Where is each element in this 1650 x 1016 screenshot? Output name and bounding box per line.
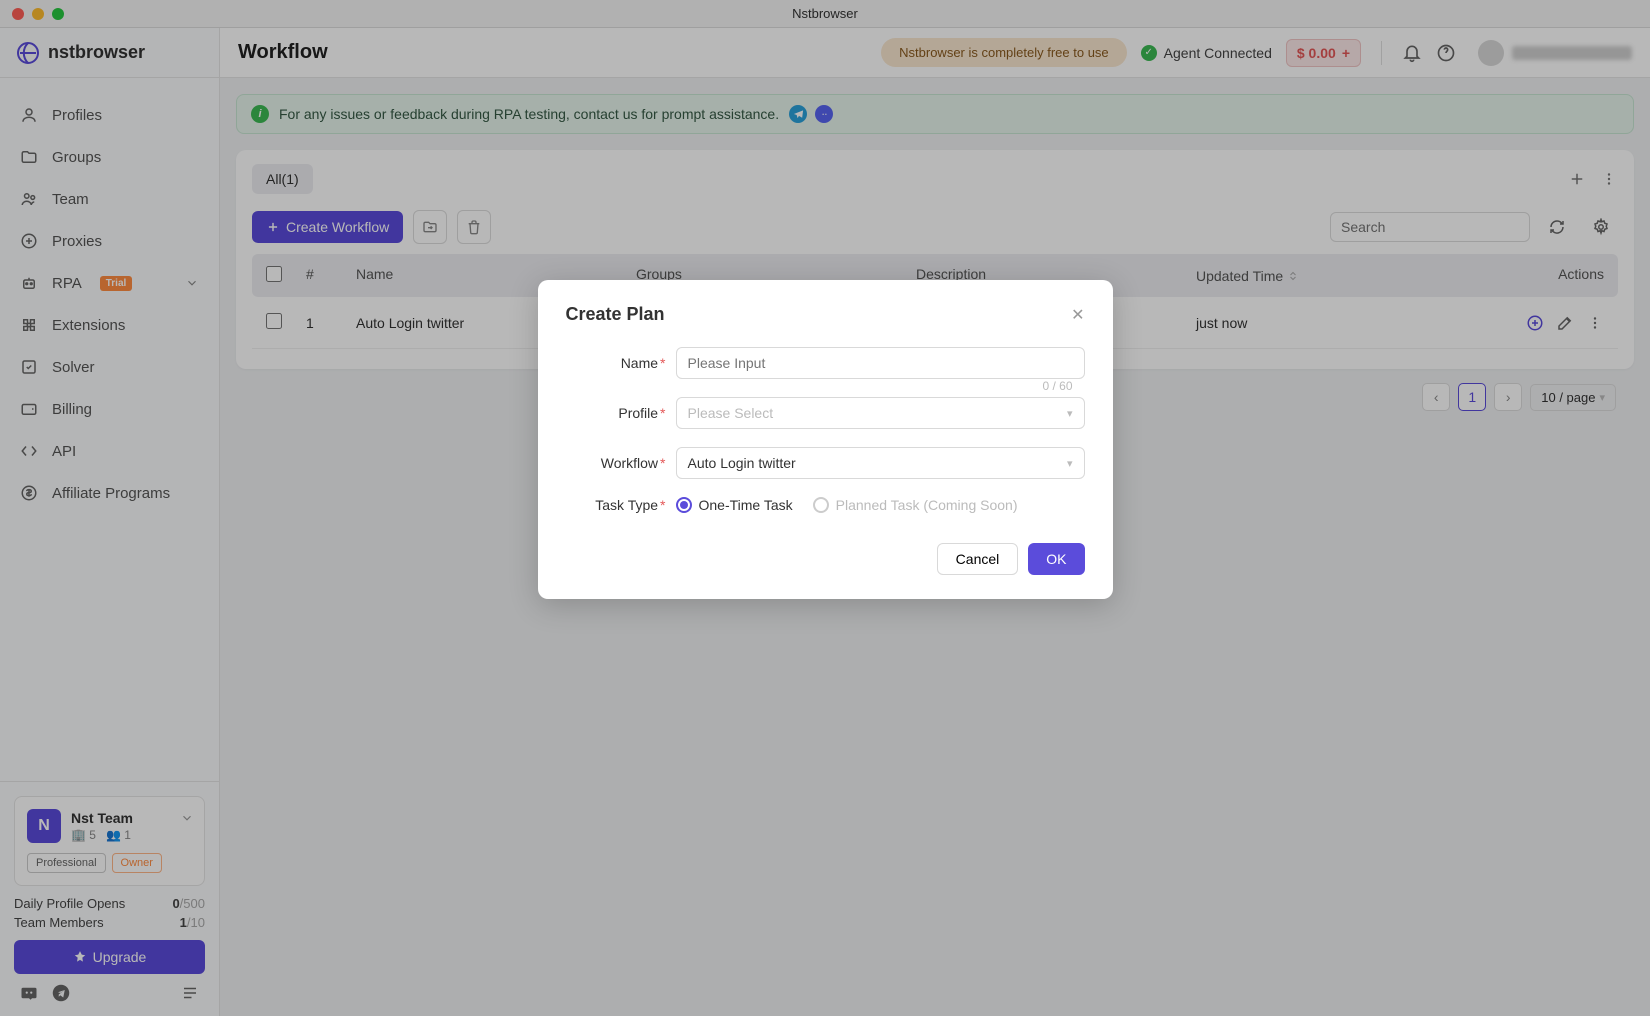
planned-task-radio: Planned Task (Coming Soon): [813, 497, 1018, 513]
ok-button[interactable]: OK: [1028, 543, 1084, 575]
radio-checked-icon: [676, 497, 692, 513]
modal-title: Create Plan: [566, 304, 665, 325]
chevron-down-icon: ▾: [1067, 457, 1073, 470]
profile-select[interactable]: Please Select ▾: [676, 397, 1085, 429]
modal-backdrop[interactable]: Create Plan ✕ Name* 0 / 60 Profile* Plea…: [0, 0, 1650, 1016]
one-time-task-radio[interactable]: One-Time Task: [676, 497, 793, 513]
create-plan-modal: Create Plan ✕ Name* 0 / 60 Profile* Plea…: [538, 280, 1113, 599]
char-counter: 0 / 60: [1042, 379, 1072, 393]
task-type-label: Task Type*: [566, 497, 676, 513]
workflow-select[interactable]: Auto Login twitter ▾: [676, 447, 1085, 479]
workflow-label: Workflow*: [566, 455, 676, 471]
cancel-button[interactable]: Cancel: [937, 543, 1019, 575]
name-label: Name*: [566, 355, 676, 371]
profile-label: Profile*: [566, 405, 676, 421]
radio-unchecked-icon: [813, 497, 829, 513]
chevron-down-icon: ▾: [1067, 407, 1073, 420]
name-input[interactable]: [676, 347, 1085, 379]
close-icon[interactable]: ✕: [1071, 305, 1084, 325]
